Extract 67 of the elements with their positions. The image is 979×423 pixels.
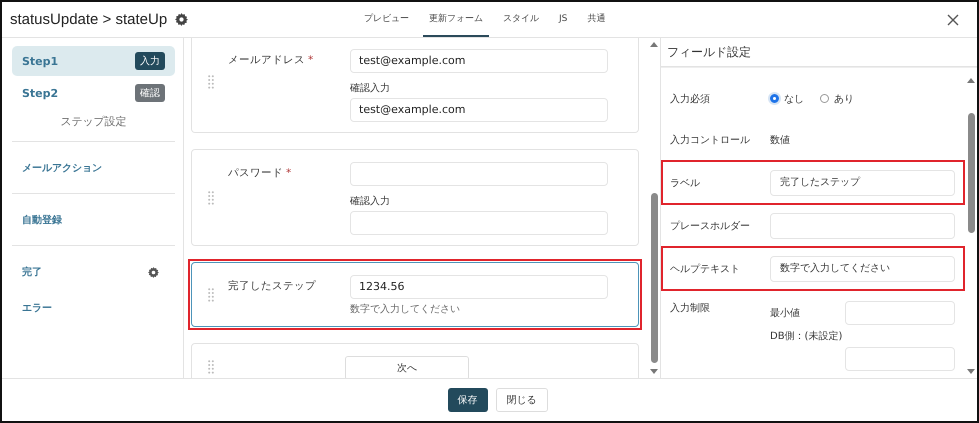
step-label: Step2: [22, 86, 58, 100]
form-field-card[interactable]: 完了したステップ 1234.56 数字で入力してください: [191, 262, 639, 327]
tab[interactable]: 共通: [581, 2, 612, 37]
step-badge: 確認: [135, 84, 165, 102]
scroll-up-icon[interactable]: [650, 42, 658, 47]
close-button[interactable]: 閉じる: [496, 388, 548, 412]
sidebar-item[interactable]: 完了: [22, 265, 42, 279]
confirm-label: 確認入力: [350, 82, 391, 95]
tab[interactable]: 更新フォーム: [423, 2, 489, 37]
tab[interactable]: スタイル: [497, 2, 545, 37]
db-note: DB側：(未設定): [770, 330, 844, 343]
setting-label: プレースホルダー: [670, 220, 751, 232]
required-mark: *: [308, 54, 314, 66]
drag-handle-icon[interactable]: [208, 74, 214, 88]
sidebar-item[interactable]: 自動登録: [22, 212, 62, 226]
input-field[interactable]: 完了したステップ: [770, 170, 955, 196]
scroll-down-icon[interactable]: [967, 369, 975, 374]
tab[interactable]: JS: [553, 2, 574, 37]
step-label: Step1: [22, 54, 58, 68]
min-label: 最小値: [770, 306, 800, 320]
close-icon[interactable]: [947, 14, 959, 26]
sidebar-item[interactable]: エラー: [22, 301, 52, 315]
step-badge: 入力: [135, 52, 165, 70]
panel-title: フィールド設定: [661, 38, 977, 67]
save-button[interactable]: 保存: [448, 388, 488, 412]
scroll-up-icon[interactable]: [967, 78, 975, 83]
drag-handle-icon[interactable]: [208, 360, 214, 374]
step-settings-link[interactable]: ステップ設定: [60, 114, 126, 129]
next-button[interactable]: 次へ: [345, 356, 469, 378]
max-input-field[interactable]: [845, 347, 955, 371]
radio-option[interactable]: あり: [820, 92, 854, 106]
input-field[interactable]: test@example.com: [350, 98, 608, 122]
input-field[interactable]: test@example.com: [350, 49, 608, 73]
input-field[interactable]: 数字で入力してください: [770, 256, 955, 282]
scrollbar-thumb[interactable]: [968, 113, 974, 233]
required-mark: *: [286, 167, 292, 179]
step-item[interactable]: Step1 入力: [12, 46, 175, 76]
field-label: パスワード: [228, 167, 283, 179]
setting-label: ラベル: [670, 176, 701, 190]
scroll-down-icon[interactable]: [650, 369, 658, 374]
form-field-card[interactable]: メールアドレス * test@example.com 確認入力 test@example.com: [191, 38, 639, 133]
help-text: 数字で入力してください: [350, 302, 461, 316]
drag-handle-icon[interactable]: [208, 288, 214, 302]
tab[interactable]: プレビュー: [358, 2, 415, 37]
drag-handle-icon[interactable]: [208, 190, 214, 204]
field-label: 完了したステップ: [228, 280, 316, 292]
min-input-field[interactable]: [845, 301, 955, 325]
setting-value: 数値: [770, 134, 790, 146]
setting-label: 入力必須: [670, 92, 711, 106]
step-item[interactable]: Step2 確認: [12, 78, 175, 108]
settings-icon[interactable]: [175, 13, 188, 26]
setting-label: ヘルプテキスト: [670, 262, 741, 276]
input-field[interactable]: 1234.56: [350, 275, 608, 299]
radio-option[interactable]: なし: [770, 92, 804, 106]
window-title: statusUpdate > stateUp: [10, 11, 168, 28]
field-label: メールアドレス: [228, 54, 305, 66]
settings-icon[interactable]: [148, 266, 159, 278]
input-field[interactable]: [350, 162, 608, 186]
scrollbar-thumb[interactable]: [650, 193, 658, 363]
setting-label: 入力コントロール: [670, 134, 751, 146]
input-field[interactable]: [350, 211, 608, 235]
form-field-card[interactable]: 次へ: [191, 343, 639, 378]
sidebar-item[interactable]: メールアクション: [22, 160, 102, 174]
form-field-card[interactable]: パスワード * 確認入力: [191, 149, 639, 246]
setting-label: 入力制限: [670, 302, 711, 315]
confirm-label: 確認入力: [350, 194, 391, 208]
input-field[interactable]: [770, 212, 955, 238]
